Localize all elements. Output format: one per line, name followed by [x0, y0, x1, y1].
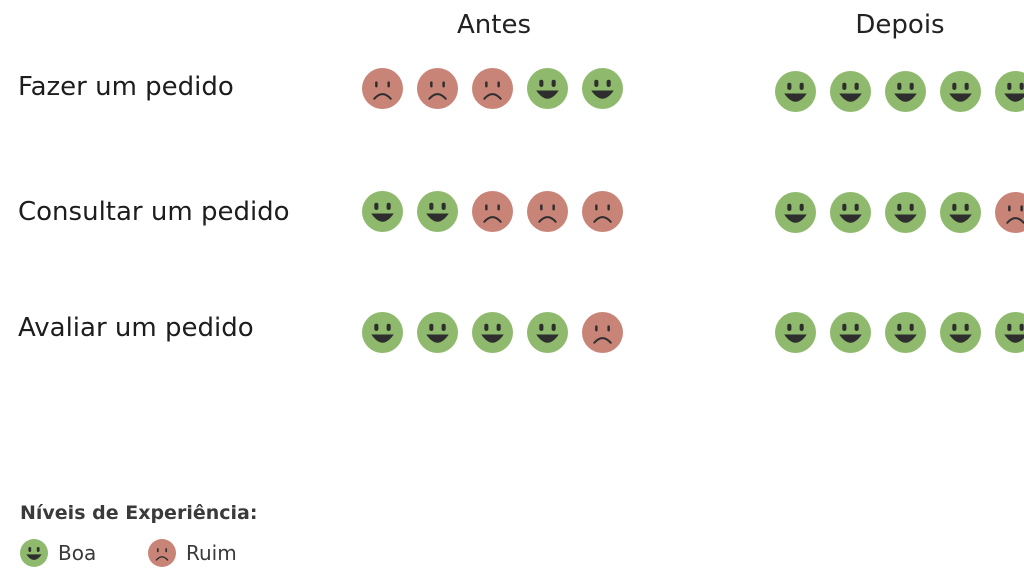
- sad-face-icon: [582, 312, 623, 353]
- happy-face-icon: [995, 71, 1024, 112]
- happy-face-icon: [417, 312, 458, 353]
- row-1-after-faces: [775, 192, 1024, 233]
- happy-face-icon: [775, 312, 816, 353]
- column-header-before: Antes: [456, 10, 531, 40]
- happy-face-icon: [885, 192, 926, 233]
- legend-title: Níveis de Experiência:: [20, 502, 258, 524]
- sad-face-icon: [148, 539, 176, 567]
- legend-label-bad: Ruim: [186, 541, 237, 565]
- happy-face-icon: [362, 312, 403, 353]
- column-header-after: Depois: [855, 10, 945, 40]
- happy-face-icon: [417, 191, 458, 232]
- task-label: Avaliar um pedido: [18, 313, 254, 343]
- row-2-before-faces: [362, 312, 623, 353]
- happy-face-icon: [472, 312, 513, 353]
- happy-face-icon: [20, 539, 48, 567]
- task-label: Fazer um pedido: [18, 72, 234, 102]
- sad-face-icon: [472, 191, 513, 232]
- happy-face-icon: [885, 312, 926, 353]
- row-1-before-faces: [362, 191, 623, 232]
- sad-face-icon: [995, 192, 1024, 233]
- happy-face-icon: [940, 71, 981, 112]
- happy-face-icon: [830, 71, 871, 112]
- row-2-after-faces: [775, 312, 1024, 353]
- happy-face-icon: [527, 312, 568, 353]
- happy-face-icon: [775, 192, 816, 233]
- legend-label-good: Boa: [58, 541, 97, 565]
- task-label: Consultar um pedido: [18, 197, 290, 227]
- sad-face-icon: [582, 191, 623, 232]
- legend-item-bad: Ruim: [148, 539, 237, 567]
- happy-face-icon: [582, 68, 623, 109]
- happy-face-icon: [940, 192, 981, 233]
- row-0-after-faces: [775, 71, 1024, 112]
- sad-face-icon: [148, 539, 176, 567]
- legend-item-good: Boa: [20, 539, 96, 567]
- happy-face-icon: [20, 539, 48, 567]
- happy-face-icon: [940, 312, 981, 353]
- happy-face-icon: [995, 312, 1024, 353]
- row-0-before-faces: [362, 68, 623, 109]
- happy-face-icon: [830, 192, 871, 233]
- sad-face-icon: [417, 68, 458, 109]
- happy-face-icon: [362, 191, 403, 232]
- sad-face-icon: [362, 68, 403, 109]
- happy-face-icon: [775, 71, 816, 112]
- happy-face-icon: [527, 68, 568, 109]
- happy-face-icon: [885, 71, 926, 112]
- sad-face-icon: [472, 68, 513, 109]
- sad-face-icon: [527, 191, 568, 232]
- happy-face-icon: [830, 312, 871, 353]
